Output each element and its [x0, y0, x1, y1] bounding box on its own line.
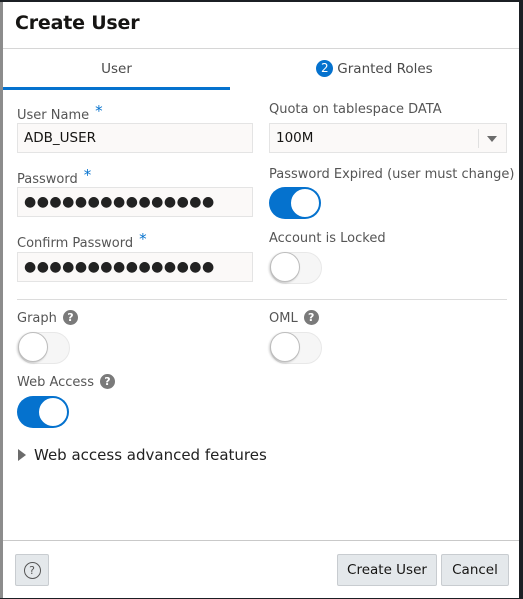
- confirm-password-value: ●●●●●●●●●●●●●●●: [24, 259, 215, 275]
- question-circle-icon: ?: [23, 561, 41, 579]
- web-access-advanced-disclosure[interactable]: Web access advanced features: [18, 446, 267, 464]
- required-asterisk: *: [83, 166, 92, 184]
- tab-user-label: User: [101, 61, 132, 77]
- confirm-password-label-text: Confirm Password: [17, 236, 134, 251]
- oml-label-text: OML: [269, 311, 298, 326]
- web-access-label-text: Web Access: [17, 375, 94, 390]
- select-divider: [478, 129, 479, 148]
- graph-label: Graph?: [17, 310, 78, 326]
- create-user-dialog: Create User User 2 Granted Roles User Nam…: [0, 2, 519, 598]
- cancel-button[interactable]: Cancel: [441, 554, 509, 586]
- user-name-input[interactable]: ADB_USER: [17, 123, 253, 153]
- confirm-password-input[interactable]: ●●●●●●●●●●●●●●●: [17, 252, 253, 282]
- required-asterisk: *: [139, 230, 147, 248]
- granted-roles-count-badge: 2: [316, 60, 334, 77]
- chevron-down-icon[interactable]: [487, 136, 497, 142]
- user-name-value: ADB_USER: [24, 130, 97, 146]
- quota-label: Quota on tablespace DATA: [269, 102, 442, 117]
- tab-bar: User 2 Granted Roles: [3, 49, 519, 90]
- toggle-knob: [38, 397, 68, 427]
- web-access-label: Web Access?: [17, 374, 115, 390]
- section-divider: [17, 299, 507, 300]
- help-button[interactable]: ?: [15, 554, 49, 586]
- password-value: ●●●●●●●●●●●●●●●: [24, 194, 215, 210]
- account-locked-toggle[interactable]: [270, 252, 322, 284]
- graph-toggle[interactable]: [18, 332, 70, 364]
- toggle-knob: [270, 252, 300, 282]
- help-icon[interactable]: ?: [303, 310, 319, 325]
- oml-label: OML?: [269, 310, 319, 326]
- user-name-label-text: User Name: [17, 108, 90, 123]
- password-expired-toggle[interactable]: [269, 187, 321, 219]
- toggle-knob: [290, 188, 320, 218]
- dialog-header: Create User: [3, 2, 519, 49]
- caret-right-icon: [18, 449, 26, 461]
- help-icon[interactable]: ?: [99, 374, 115, 389]
- password-input[interactable]: ●●●●●●●●●●●●●●●: [17, 187, 253, 217]
- confirm-password-label: Confirm Password *: [17, 230, 147, 251]
- graph-label-text: Graph: [17, 311, 57, 326]
- quota-value: 100M: [276, 130, 314, 146]
- account-locked-label: Account is Locked: [269, 231, 386, 246]
- password-expired-label: Password Expired (user must change): [269, 167, 515, 182]
- dialog-title: Create User: [15, 12, 140, 34]
- user-name-label: User Name *: [17, 102, 103, 123]
- toggle-knob: [270, 332, 300, 362]
- create-user-button[interactable]: Create User: [337, 554, 437, 586]
- tab-granted-roles-label: Granted Roles: [337, 61, 433, 77]
- password-label: Password *: [17, 166, 91, 187]
- password-label-text: Password: [17, 172, 78, 187]
- web-access-toggle[interactable]: [17, 396, 69, 428]
- tab-granted-roles[interactable]: 2 Granted Roles: [230, 49, 519, 87]
- web-access-advanced-label: Web access advanced features: [34, 446, 267, 464]
- toggle-knob: [18, 332, 48, 362]
- tab-user[interactable]: User: [3, 49, 230, 90]
- help-icon[interactable]: ?: [62, 310, 78, 325]
- required-asterisk: *: [95, 102, 103, 120]
- oml-toggle[interactable]: [270, 332, 322, 364]
- dialog-footer: ? Create User Cancel: [3, 540, 519, 599]
- quota-select[interactable]: 100M: [269, 123, 507, 153]
